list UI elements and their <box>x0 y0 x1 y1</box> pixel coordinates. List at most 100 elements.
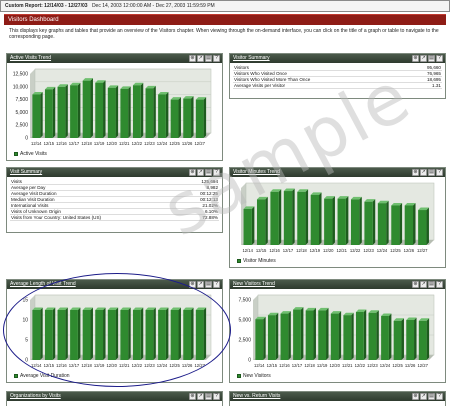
bar <box>368 312 377 360</box>
help-icon[interactable]: ? <box>213 169 220 176</box>
print-icon[interactable]: ▤ <box>428 393 435 400</box>
active-visits-trend-title[interactable]: Active Visits Trend <box>10 55 51 61</box>
help-icon[interactable]: ? <box>213 281 220 288</box>
help-icon[interactable]: ? <box>213 393 220 400</box>
bar-side <box>313 307 316 360</box>
help-icon[interactable]: ? <box>436 393 443 400</box>
panel-header: Active Visits Trend ⊕ ↗ ▤ ? <box>7 54 222 63</box>
y-tick-label: 2,500 <box>238 338 251 344</box>
export-icon[interactable]: ↗ <box>420 55 427 62</box>
x-tick-label: 12/21 <box>119 141 130 146</box>
x-tick-label: 12/22 <box>350 248 361 253</box>
export-icon[interactable]: ↗ <box>197 55 204 62</box>
bar <box>158 94 166 138</box>
visitor-minutes-trend-title[interactable]: Visitor Minutes Trend <box>233 169 280 175</box>
organizations-by-visits-title[interactable]: Organizations by Visits <box>10 393 61 399</box>
y-tick-label: 12,500 <box>13 72 29 78</box>
bar-side <box>153 307 156 360</box>
print-icon[interactable]: ▤ <box>428 169 435 176</box>
bar <box>82 80 91 138</box>
visitor-summary-title[interactable]: Visitor Summary <box>233 55 270 61</box>
help-icon[interactable]: ? <box>436 55 443 62</box>
bar <box>70 310 78 360</box>
bar <box>377 203 387 245</box>
x-tick-label: 12/24 <box>157 141 168 146</box>
legend-label: New Visitors <box>243 373 271 379</box>
legend-swatch <box>14 374 18 378</box>
legend-swatch <box>14 152 18 156</box>
bar-side <box>326 307 329 360</box>
x-tick-label: 12/21 <box>336 248 347 253</box>
bar-side <box>265 196 268 245</box>
export-icon[interactable]: ↗ <box>197 393 204 400</box>
x-tick-label: 12/20 <box>329 363 340 368</box>
zoom-icon[interactable]: ⊕ <box>412 393 419 400</box>
bar-side <box>191 96 194 138</box>
print-icon[interactable]: ▤ <box>428 281 435 288</box>
help-icon[interactable]: ? <box>213 55 220 62</box>
export-icon[interactable]: ↗ <box>197 169 204 176</box>
x-tick-label: 12/22 <box>132 363 143 368</box>
bar <box>255 319 264 360</box>
x-tick-label: 12/24 <box>157 363 168 368</box>
bar <box>44 89 53 138</box>
bar-side <box>203 97 207 138</box>
x-tick-label: 12/24 <box>377 248 388 253</box>
export-icon[interactable]: ↗ <box>420 281 427 288</box>
visitor-summary-panel: Visitor Summary ⊕ ↗ ▤ ? Visitors 95,660 V… <box>229 53 446 99</box>
bar <box>243 208 252 245</box>
zoom-icon[interactable]: ⊕ <box>189 281 196 288</box>
zoom-icon[interactable]: ⊕ <box>189 169 196 176</box>
print-icon[interactable]: ▤ <box>205 393 212 400</box>
new-visitors-chart: 7,500 5,000 2,500 0 12/14 12/15 12/16 12/17 12/1… <box>233 293 442 369</box>
bar-side <box>292 188 295 245</box>
y-tick-label: 0 <box>25 136 28 142</box>
bar-side <box>115 85 119 138</box>
bar <box>305 310 314 360</box>
row-label: Visits of Unknown Origin <box>11 209 61 214</box>
visit-summary-title[interactable]: Visit Summary <box>10 169 42 175</box>
report-header-bar: Custom Report: 12/14/03 - 12/27/03 Dec 1… <box>0 0 450 12</box>
bar-side <box>338 311 342 360</box>
zoom-icon[interactable]: ⊕ <box>412 169 419 176</box>
print-icon[interactable]: ▤ <box>428 55 435 62</box>
bar-side <box>319 192 322 245</box>
help-icon[interactable]: ? <box>436 281 443 288</box>
help-icon[interactable]: ? <box>436 169 443 176</box>
print-icon[interactable]: ▤ <box>205 169 212 176</box>
bar <box>364 201 373 245</box>
new-vs-return-visits-title[interactable]: New vs. Return Visits <box>233 393 280 399</box>
export-icon[interactable]: ↗ <box>197 281 204 288</box>
bar-side <box>140 307 144 360</box>
bar <box>324 198 333 245</box>
x-tick-label: 12/23 <box>144 141 155 146</box>
zoom-icon[interactable]: ⊕ <box>189 393 196 400</box>
panel-header: Visit Summary ⊕ ↗ ▤ ? <box>7 168 222 177</box>
average-length-trend-title[interactable]: Average Length of Visit Trend <box>10 281 76 287</box>
x-tick-label: 12/20 <box>106 363 117 368</box>
report-date-range: Dec 14, 2003 12:00:00 AM - Dec 27, 2003 … <box>91 3 215 9</box>
print-icon[interactable]: ▤ <box>205 55 212 62</box>
zoom-icon[interactable]: ⊕ <box>412 281 419 288</box>
export-icon[interactable]: ↗ <box>420 169 427 176</box>
bar <box>391 205 400 245</box>
row-label: Average Visit Duration <box>11 191 57 196</box>
zoom-icon[interactable]: ⊕ <box>412 55 419 62</box>
x-tick-label: 12/20 <box>323 248 334 253</box>
bar <box>170 99 179 138</box>
x-tick-label: 12/15 <box>44 363 55 368</box>
y-tick-label: 15 <box>22 298 28 304</box>
y-tick-label: 5 <box>25 338 28 344</box>
row-value: 6.10% <box>204 209 218 214</box>
bar <box>318 310 327 360</box>
zoom-icon[interactable]: ⊕ <box>189 55 196 62</box>
chart-legend: New Visitors <box>237 373 271 379</box>
y-tick-label: 10 <box>22 318 28 324</box>
export-icon[interactable]: ↗ <box>420 393 427 400</box>
new-visitors-trend-title[interactable]: New Visitors Trend <box>233 281 275 287</box>
bar <box>82 310 91 360</box>
print-icon[interactable]: ▤ <box>205 281 212 288</box>
bar <box>145 310 154 360</box>
visitor-minutes-trend-panel: Visitor Minutes Trend ⊕ ↗ ▤ ? 12/14 12/15… <box>229 167 446 268</box>
row-value: 72.88% <box>202 215 218 220</box>
